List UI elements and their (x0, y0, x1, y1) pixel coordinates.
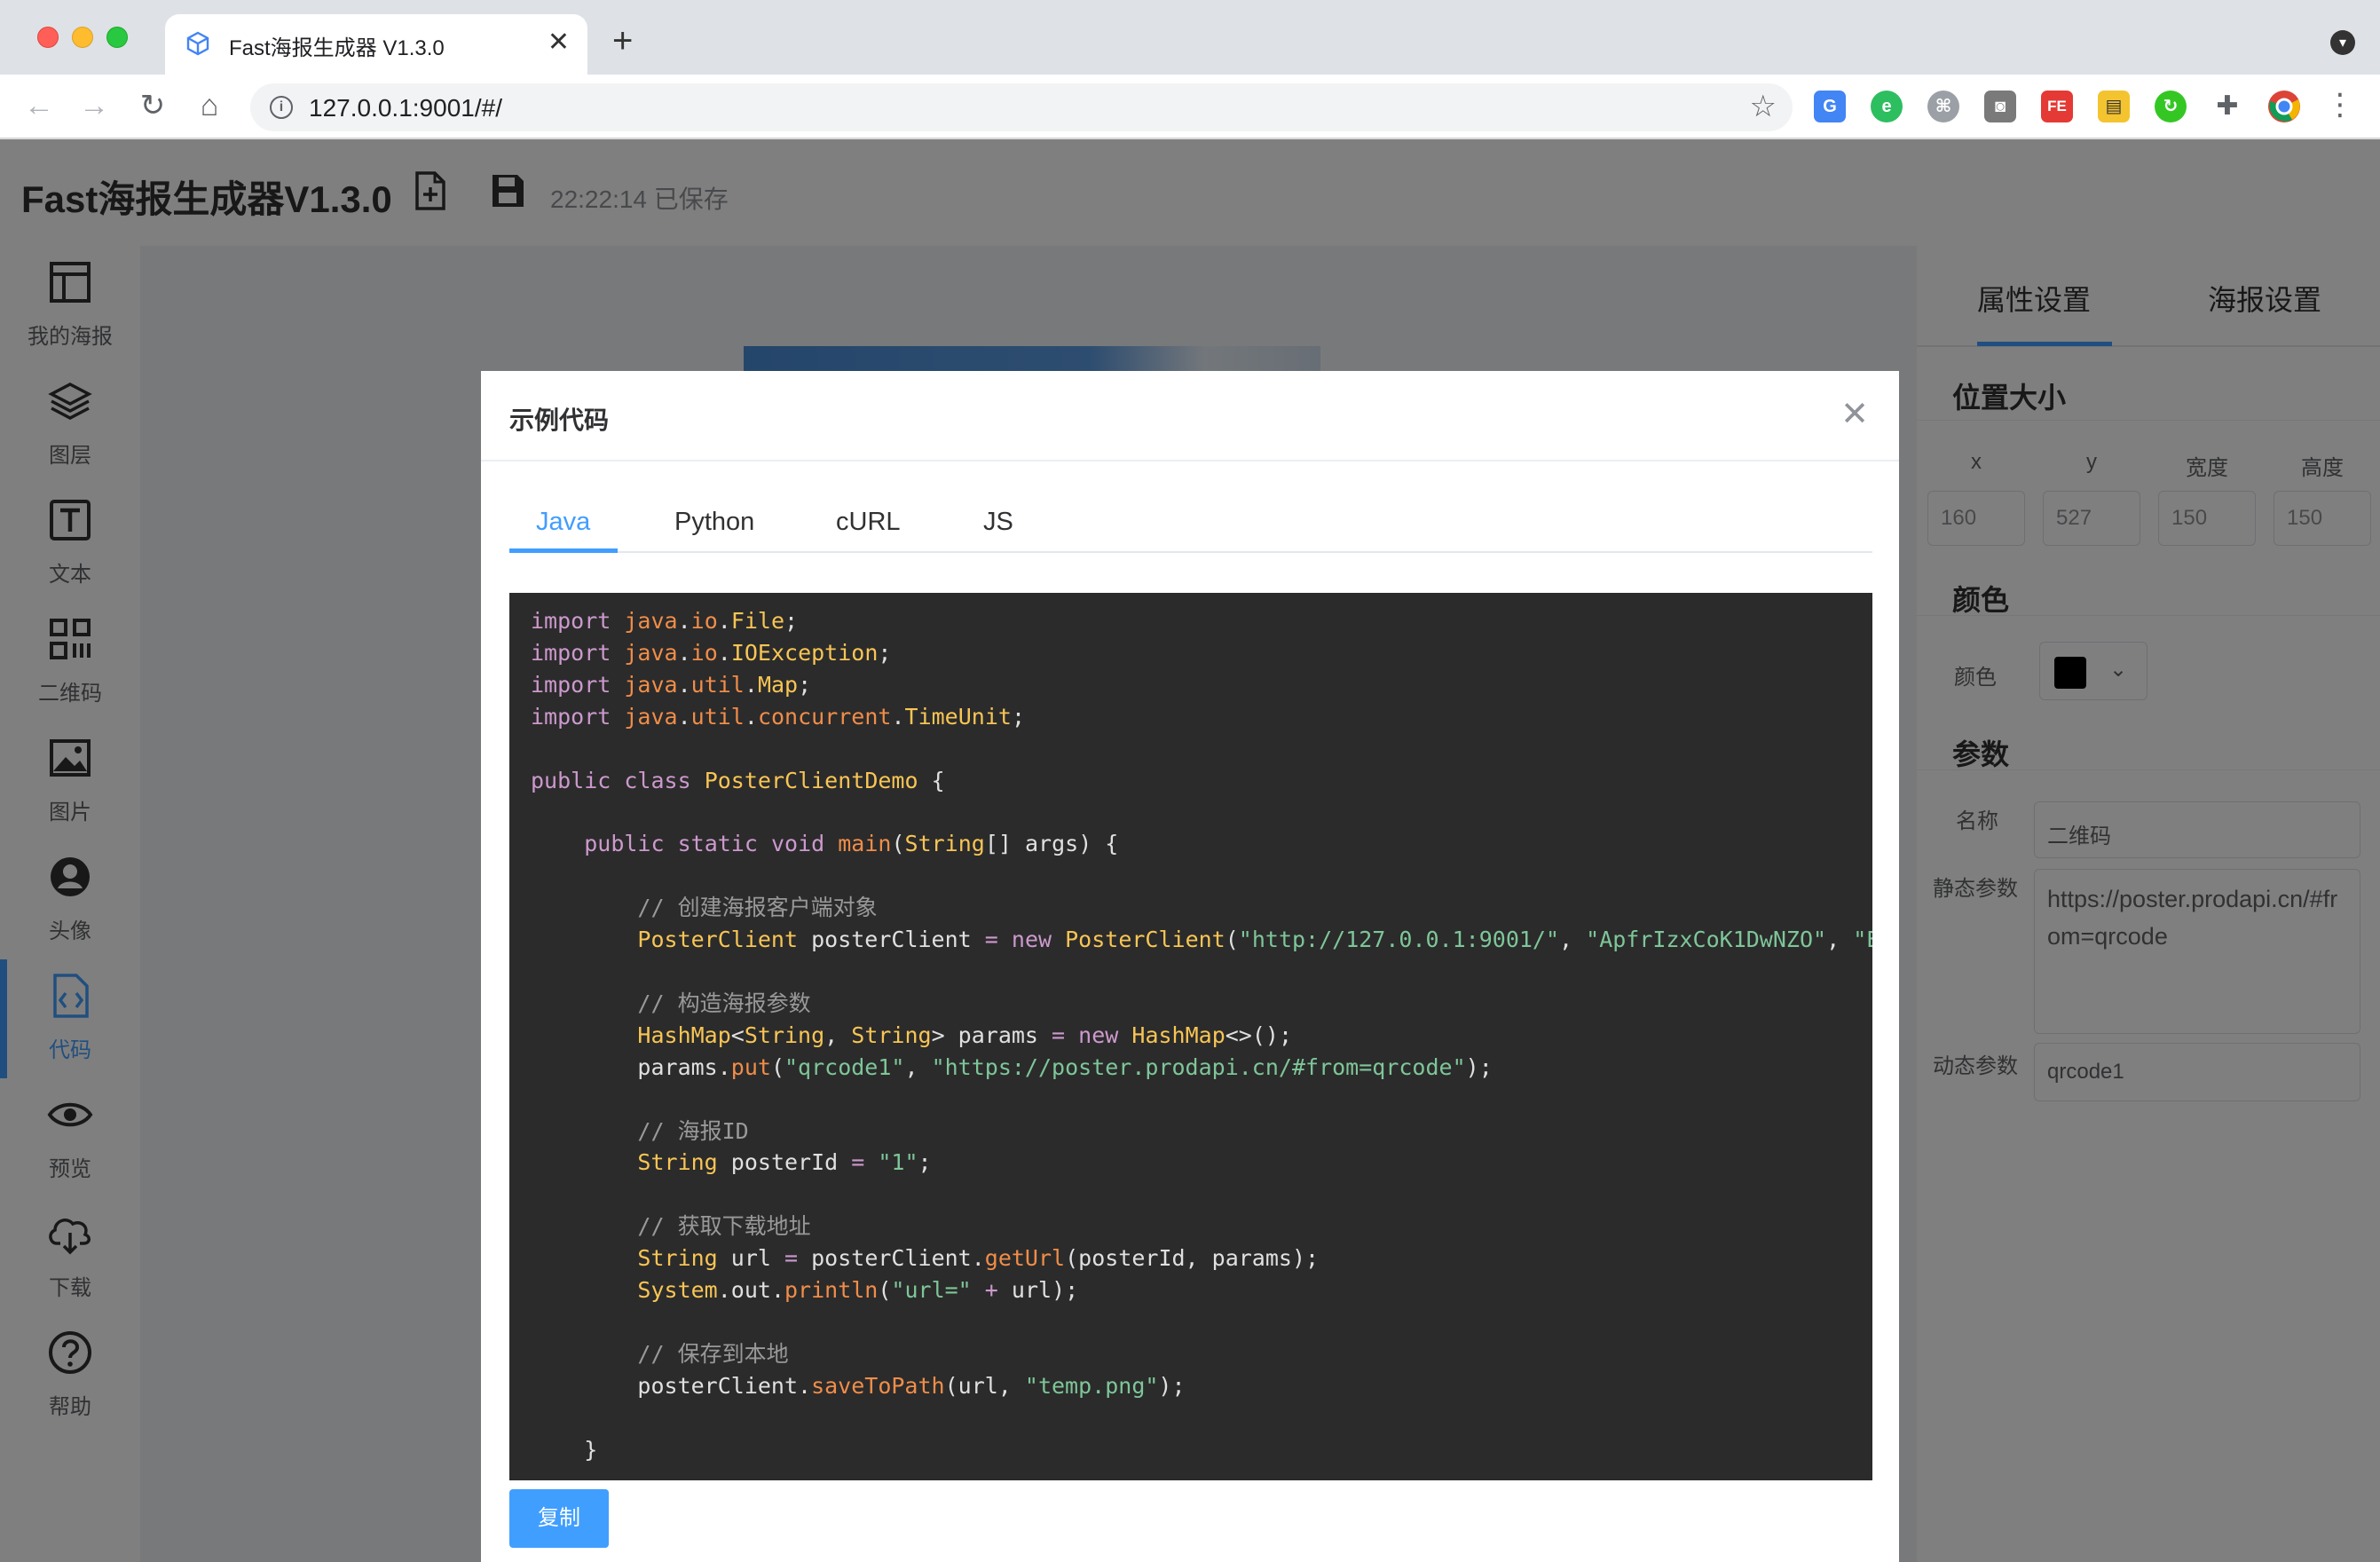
dialog-title: 示例代码 (509, 406, 610, 434)
window-minimize-button[interactable] (72, 27, 93, 48)
window-close-button[interactable] (37, 27, 59, 48)
address-bar[interactable]: i 127.0.0.1:9001/#/ ☆ (250, 83, 1793, 131)
back-icon[interactable]: ← (18, 85, 60, 128)
evernote-extension-icon[interactable]: e (1871, 91, 1903, 122)
profile-avatar-icon[interactable] (2266, 89, 2302, 124)
close-icon[interactable]: ✕ (1840, 398, 1869, 431)
java-code-block: import java.io.File; import java.io.IOEx… (531, 608, 1872, 1463)
browser-toolbar: ← → ↻ ⌂ i 127.0.0.1:9001/#/ ☆ G e ⌘ ◙ FE… (0, 75, 2380, 138)
tab-python[interactable]: Python (674, 508, 754, 537)
code-viewer[interactable]: import java.io.File; import java.io.IOEx… (509, 593, 1872, 1480)
fe-extension-icon[interactable]: FE (2041, 91, 2073, 122)
new-tab-button[interactable]: + (612, 23, 633, 59)
command-extension-icon[interactable]: ⌘ (1927, 91, 1959, 122)
green-extension-icon[interactable]: ↻ (2155, 91, 2187, 122)
sample-code-dialog: 示例代码 ✕ Java Python cURL JS import java.i… (481, 371, 1899, 1562)
translate-extension-icon[interactable]: G (1814, 91, 1846, 122)
tab-title: Fast海报生成器 V1.3.0 (229, 36, 445, 60)
browser-tab-strip: Fast海报生成器 V1.3.0 ✕ + ▾ (0, 0, 2380, 75)
reload-icon[interactable]: ↻ (131, 85, 174, 128)
bookmark-star-icon[interactable]: ☆ (1750, 89, 1777, 124)
forward-icon[interactable]: → (73, 85, 115, 128)
extensions-puzzle-icon[interactable]: ✚ (2211, 91, 2243, 122)
cube-favicon-icon (186, 31, 209, 56)
home-icon[interactable]: ⌂ (188, 85, 231, 128)
tab-close-icon[interactable]: ✕ (548, 27, 570, 59)
dialog-header-divider (481, 460, 1899, 462)
browser-menu-icon[interactable]: ⋮ (2325, 87, 2355, 122)
site-info-icon[interactable]: i (270, 96, 293, 119)
url-text[interactable]: 127.0.0.1:9001/#/ (309, 94, 502, 122)
tab-js[interactable]: JS (983, 508, 1013, 537)
tab-search-icon[interactable]: ▾ (2330, 30, 2355, 55)
tab-curl[interactable]: cURL (836, 508, 901, 537)
browser-tab[interactable]: Fast海报生成器 V1.3.0 ✕ (165, 14, 587, 75)
tab-java[interactable]: Java (536, 508, 590, 537)
copy-button[interactable]: 复制 (509, 1489, 609, 1548)
code-tabs-divider (509, 551, 1872, 553)
reader-extension-icon[interactable]: ▤ (2098, 91, 2130, 122)
active-code-tab-indicator (509, 548, 618, 553)
window-maximize-button[interactable] (106, 27, 128, 48)
camera-extension-icon[interactable]: ◙ (1984, 91, 2016, 122)
